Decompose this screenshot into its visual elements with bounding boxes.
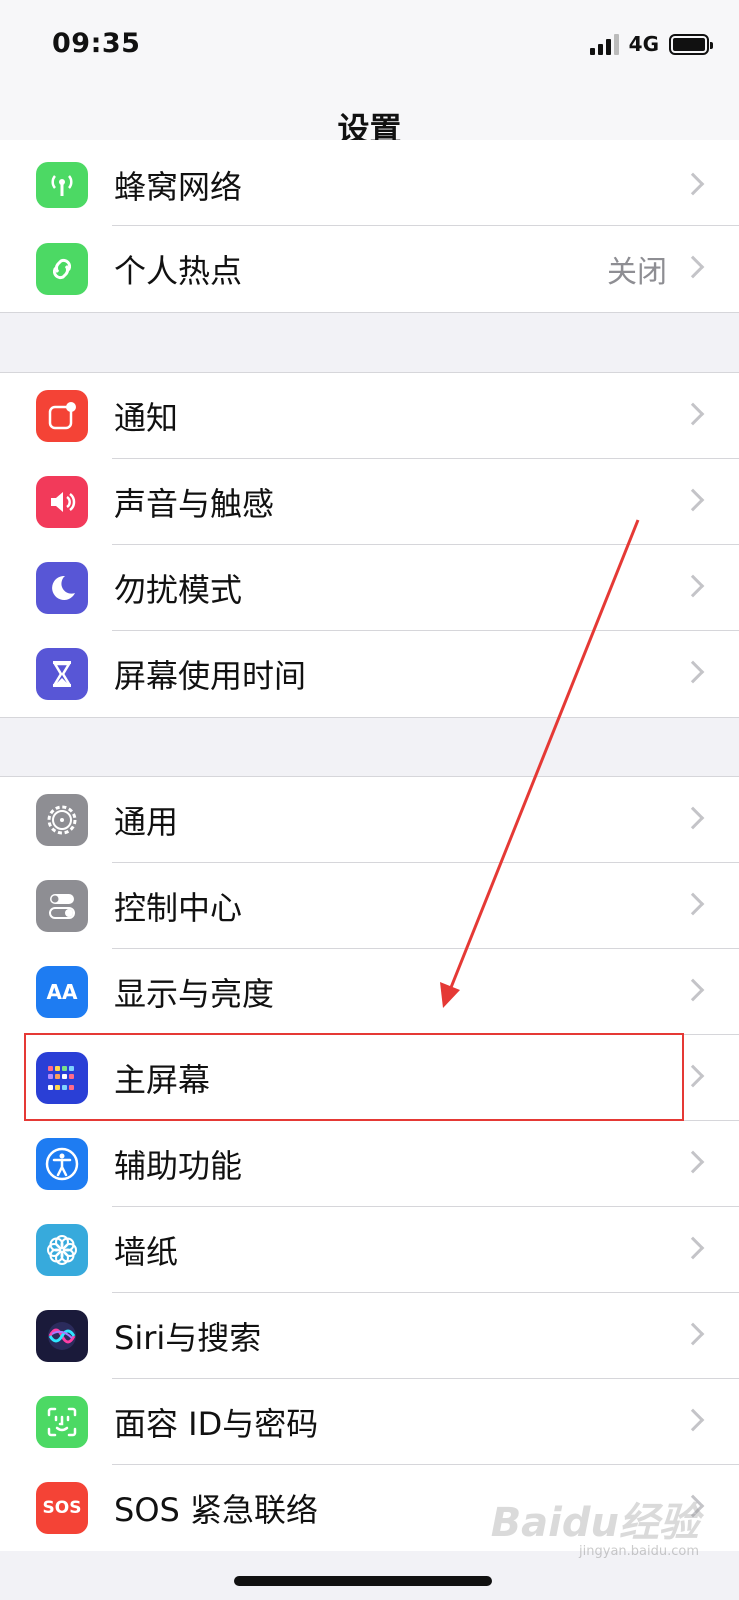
hourglass-icon — [36, 648, 88, 700]
settings-row-label: 主屏幕 — [114, 1061, 211, 1099]
settings-row-label: 声音与触感 — [114, 485, 275, 523]
chevron-right-icon — [681, 660, 705, 684]
settings-group-general: 通用 控制中心 AA 显示与亮度 主屏幕 辅助功能 墙纸 Siri与搜索 面容 … — [0, 776, 739, 1551]
settings-row-label: 墙纸 — [114, 1233, 179, 1271]
chevron-right-icon — [681, 1064, 705, 1088]
chevron-right-icon — [681, 1408, 705, 1432]
settings-row-cellular[interactable]: 蜂窝网络 — [0, 140, 739, 226]
settings-group-connectivity: 蜂窝网络 个人热点 关闭 — [0, 140, 739, 313]
chevron-right-icon — [681, 255, 705, 279]
settings-row-label: 勿扰模式 — [114, 571, 243, 609]
chevron-right-icon — [681, 172, 705, 196]
settings-row-general[interactable]: 通用 — [0, 777, 739, 863]
battery-icon — [669, 33, 713, 55]
settings-row-notifications[interactable]: 通知 — [0, 373, 739, 459]
settings-row-label: 显示与亮度 — [114, 975, 275, 1013]
watermark-url: jingyan.baidu.com — [579, 1544, 699, 1559]
toggles-icon — [36, 880, 88, 932]
settings-row-display-brightness[interactable]: AA 显示与亮度 — [0, 949, 739, 1035]
chevron-right-icon — [681, 806, 705, 830]
hotspot-link-icon — [36, 243, 88, 295]
sos-icon: SOS — [36, 1482, 88, 1534]
settings-row-wallpaper[interactable]: 墙纸 — [0, 1207, 739, 1293]
siri-icon — [36, 1310, 88, 1362]
text-size-icon: AA — [36, 966, 88, 1018]
settings-row-accessibility[interactable]: 辅助功能 — [0, 1121, 739, 1207]
settings-row-siri-search[interactable]: Siri与搜索 — [0, 1293, 739, 1379]
chevron-right-icon — [681, 574, 705, 598]
notification-icon — [36, 390, 88, 442]
settings-row-label: SOS 紧急联络 — [114, 1491, 318, 1529]
settings-row-do-not-disturb[interactable]: 勿扰模式 — [0, 545, 739, 631]
settings-row-label: 通知 — [114, 399, 179, 437]
settings-group-notifications: 通知 声音与触感 勿扰模式 屏幕使用时间 — [0, 372, 739, 718]
chevron-right-icon — [681, 1150, 705, 1174]
watermark: Baidu经验 jingyan.baidu.com — [491, 1490, 699, 1559]
settings-row-face-id-passcode[interactable]: 面容 ID与密码 — [0, 1379, 739, 1465]
speaker-icon — [36, 476, 88, 528]
hotspot-status-value: 关闭 — [607, 255, 667, 290]
settings-row-control-center[interactable]: 控制中心 — [0, 863, 739, 949]
home-screen-grid-icon — [36, 1052, 88, 1104]
antenna-icon — [36, 162, 88, 208]
accessibility-icon — [36, 1138, 88, 1190]
moon-icon — [36, 562, 88, 614]
watermark-text: Baidu经验 — [490, 1500, 699, 1546]
settings-row-label: 蜂窝网络 — [114, 168, 243, 206]
settings-row-sounds-haptics[interactable]: 声音与触感 — [0, 459, 739, 545]
settings-row-label: 屏幕使用时间 — [114, 657, 307, 695]
settings-row-personal-hotspot[interactable]: 个人热点 关闭 — [0, 226, 739, 312]
status-bar: 09:35 4G — [0, 0, 739, 92]
sos-icon-label: SOS — [42, 1498, 82, 1518]
face-id-icon — [36, 1396, 88, 1448]
text-size-icon-label: AA — [46, 980, 78, 1004]
cellular-signal-icon — [589, 33, 619, 55]
chevron-right-icon — [681, 1236, 705, 1260]
status-indicators: 4G — [589, 30, 713, 58]
chevron-right-icon — [681, 978, 705, 1002]
settings-row-label: 辅助功能 — [114, 1147, 243, 1185]
chevron-right-icon — [681, 1322, 705, 1346]
flower-icon — [36, 1224, 88, 1276]
network-type: 4G — [628, 32, 659, 56]
settings-row-screen-time[interactable]: 屏幕使用时间 — [0, 631, 739, 717]
chevron-right-icon — [681, 402, 705, 426]
chevron-right-icon — [681, 892, 705, 916]
chevron-right-icon — [681, 488, 705, 512]
settings-row-label: 个人热点 — [114, 252, 243, 290]
gear-icon — [36, 794, 88, 846]
settings-row-label: Siri与搜索 — [114, 1319, 262, 1357]
settings-row-label: 面容 ID与密码 — [114, 1405, 319, 1443]
settings-row-label: 通用 — [114, 803, 179, 841]
settings-row-label: 控制中心 — [114, 889, 243, 927]
home-indicator[interactable] — [234, 1576, 492, 1586]
settings-row-home-screen[interactable]: 主屏幕 — [0, 1035, 739, 1121]
status-time: 09:35 — [52, 28, 141, 59]
